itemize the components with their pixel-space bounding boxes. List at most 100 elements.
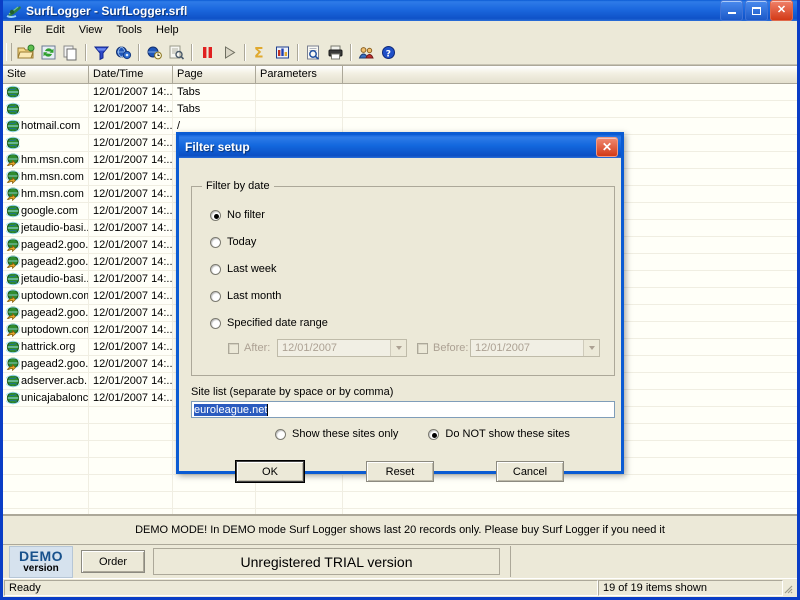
radio-specified-date-range[interactable]: Specified date range xyxy=(210,317,328,329)
table-row[interactable]: 12/01/2007 14:...Tabs xyxy=(3,101,797,118)
chevron-down-icon[interactable] xyxy=(390,340,406,356)
cell-parameters xyxy=(256,101,343,117)
cancel-button[interactable]: Cancel xyxy=(496,461,564,482)
arrow-icon xyxy=(5,238,21,253)
arrow-icon xyxy=(5,153,21,168)
globe-icon xyxy=(4,374,22,388)
chart-icon[interactable] xyxy=(271,42,293,63)
svg-text:?: ? xyxy=(385,49,390,59)
cell-datetime: 12/01/2007 14:... xyxy=(89,288,173,304)
print-icon[interactable] xyxy=(324,42,346,63)
radio-do-not-show-these-sites[interactable]: Do NOT show these sites xyxy=(428,428,570,440)
sum-sigma-icon[interactable]: Σ xyxy=(249,42,271,63)
radio-today[interactable]: Today xyxy=(210,236,256,248)
globe-icon xyxy=(4,85,22,99)
dialog-title-bar[interactable]: Filter setup ✕ xyxy=(179,135,621,158)
site-list-label: Site list (separate by space or by comma… xyxy=(191,386,394,398)
column-header-page[interactable]: Page xyxy=(173,66,256,83)
cell-datetime: 12/01/2007 14:... xyxy=(89,237,173,253)
radio-indicator xyxy=(210,263,221,275)
dialog-close-button[interactable]: ✕ xyxy=(596,136,618,157)
footer-bar: DEMO version Order Unregistered TRIAL ve… xyxy=(3,544,797,578)
radio-label: Last week xyxy=(227,263,277,275)
cell-site xyxy=(3,101,89,117)
close-button[interactable]: ✕ xyxy=(770,0,793,21)
site-list-input[interactable]: euroleague.net xyxy=(191,401,615,418)
cell-site xyxy=(3,84,89,100)
after-checkbox-row[interactable]: After: xyxy=(228,342,270,354)
filter-funnel-icon[interactable] xyxy=(90,42,112,63)
cell-empty xyxy=(89,441,173,457)
before-date-combo[interactable]: 12/01/2007 xyxy=(470,339,600,357)
radio-last-month[interactable]: Last month xyxy=(210,290,281,302)
before-checkbox[interactable] xyxy=(417,342,428,354)
order-button[interactable]: Order xyxy=(81,550,145,573)
cell-site xyxy=(3,135,89,151)
site-name: uptodown.com xyxy=(21,324,88,336)
column-header-parameters[interactable]: Parameters xyxy=(256,66,343,83)
trial-version-label: Unregistered TRIAL version xyxy=(153,548,500,575)
open-folder-icon[interactable] xyxy=(15,42,37,63)
toolbar: Σ ? xyxy=(3,40,797,65)
toolbar-grip[interactable] xyxy=(6,43,12,61)
filter-setup-dialog: Filter setup ✕ Filter by date No filter … xyxy=(176,132,624,482)
title-bar[interactable]: SurfLogger - SurfLogger.srfl ✕ xyxy=(3,0,797,21)
cell-empty xyxy=(256,509,343,514)
after-date-combo[interactable]: 12/01/2007 xyxy=(277,339,407,357)
column-header-site[interactable]: Site xyxy=(3,66,89,83)
minimize-button[interactable] xyxy=(720,0,743,21)
window-title: SurfLogger - SurfLogger.srfl xyxy=(26,3,188,18)
menu-file[interactable]: File xyxy=(7,22,39,38)
menu-view[interactable]: View xyxy=(72,22,110,38)
after-checkbox[interactable] xyxy=(228,342,239,354)
cell-empty xyxy=(89,424,173,440)
radio-last-week[interactable]: Last week xyxy=(210,263,277,275)
chevron-down-icon[interactable] xyxy=(583,340,599,356)
cell-datetime: 12/01/2007 14:... xyxy=(89,373,173,389)
site-name: jetaudio-basi... xyxy=(21,273,88,285)
cell-site: pagead2.goo... xyxy=(3,254,89,270)
cell-parameters xyxy=(256,84,343,100)
cell-datetime: 12/01/2007 14:... xyxy=(89,169,173,185)
globe-settings-icon[interactable] xyxy=(112,42,134,63)
before-checkbox-row[interactable]: Before: xyxy=(417,342,468,354)
reset-button[interactable]: Reset xyxy=(366,461,434,482)
play-icon[interactable] xyxy=(218,42,240,63)
radio-label: Last month xyxy=(227,290,282,302)
menu-help[interactable]: Help xyxy=(149,22,186,38)
cell-empty xyxy=(3,492,89,508)
table-row[interactable]: 12/01/2007 14:...Tabs xyxy=(3,84,797,101)
radio-indicator xyxy=(428,428,440,440)
preview-icon[interactable] xyxy=(302,42,324,63)
column-header-datetime[interactable]: Date/Time xyxy=(89,66,173,83)
cell-site: hattrick.org xyxy=(3,339,89,355)
cell-site: jetaudio-basi... xyxy=(3,271,89,287)
arrow-icon xyxy=(5,323,21,338)
copy-icon[interactable] xyxy=(59,42,81,63)
arrow-icon xyxy=(5,306,21,321)
users-icon[interactable] xyxy=(355,42,377,63)
help-icon[interactable]: ? xyxy=(377,42,399,63)
resize-grip-icon[interactable] xyxy=(781,582,793,594)
menu-tools[interactable]: Tools xyxy=(109,22,149,38)
maximize-button[interactable] xyxy=(745,0,768,21)
column-header-filler xyxy=(343,66,797,83)
site-list-value: euroleague.net xyxy=(194,403,268,416)
cell-site: adserver.acb... xyxy=(3,373,89,389)
cell-empty xyxy=(173,509,256,514)
arrow-icon xyxy=(5,255,21,270)
ok-button[interactable]: OK xyxy=(236,461,304,482)
pause-icon[interactable] xyxy=(196,42,218,63)
globe-icon xyxy=(4,136,22,150)
search-page-icon[interactable] xyxy=(165,42,187,63)
menu-edit[interactable]: Edit xyxy=(39,22,72,38)
globe-clock-icon[interactable] xyxy=(143,42,165,63)
radio-no-filter[interactable]: No filter xyxy=(210,209,265,221)
globe-icon xyxy=(4,391,22,405)
radio-indicator xyxy=(210,317,221,329)
cell-site: hm.msn.com xyxy=(3,169,89,185)
after-label: After: xyxy=(244,342,271,354)
radio-show-these-sites-only[interactable]: Show these sites only xyxy=(275,428,398,440)
refresh-icon[interactable] xyxy=(37,42,59,63)
menu-bar: File Edit View Tools Help xyxy=(3,21,797,40)
